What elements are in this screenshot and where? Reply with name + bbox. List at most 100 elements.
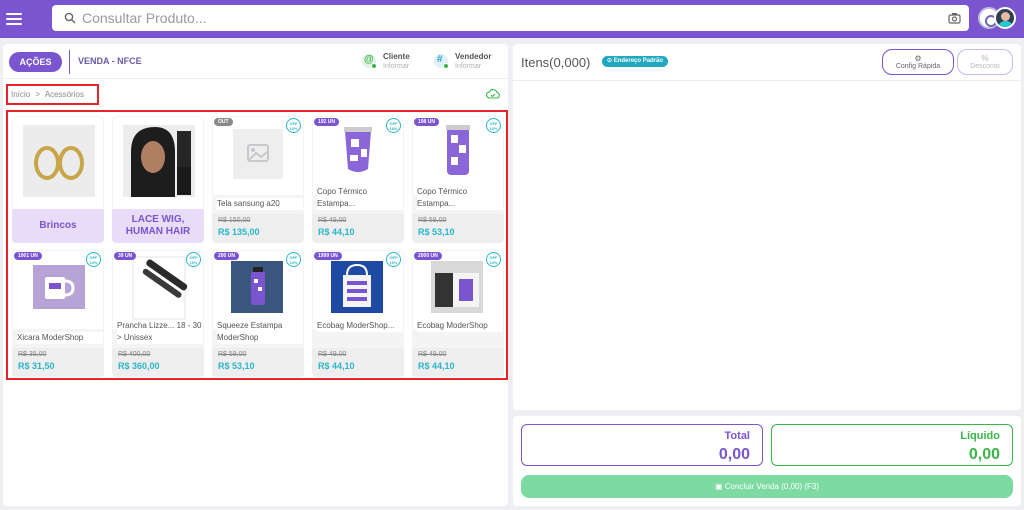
breadcrumb-current[interactable]: Acessórios (45, 90, 84, 99)
category-card[interactable]: Brincos (12, 116, 104, 243)
config-label: Config Rápida (895, 63, 941, 70)
product-name: Copo Térmico Estampa... (317, 186, 403, 210)
product-card[interactable]: OUT OFF 10% Tela sansung a20 R$ 150,00 R… (212, 116, 304, 243)
product-name: Xicara ModerShop (17, 332, 103, 344)
earrings-image (13, 117, 103, 209)
old-price: R$ 400,00 (118, 351, 151, 358)
stock-badge: 39 UN (114, 252, 137, 260)
old-price: R$ 59,00 (218, 351, 247, 358)
acoes-button[interactable]: AÇÕES (9, 52, 62, 72)
liquido-label: Líquido (960, 430, 1000, 442)
cloud-check-icon (486, 89, 500, 99)
top-bar (0, 0, 1024, 38)
endereco-badge[interactable]: ⊙ Endereço Padrão (602, 56, 669, 67)
product-name: Tela sansung a20 (217, 198, 303, 210)
discount-badge: OFF 10% (286, 118, 301, 133)
discount-badge: OFF 10% (186, 252, 201, 267)
stock-badge: OUT (214, 118, 233, 126)
price-block: R$ 150,00 R$ 135,00 (212, 214, 304, 243)
desconto-button[interactable]: % Desconto (957, 49, 1013, 75)
gear-icon: ⚙ (914, 54, 922, 63)
old-price: R$ 49,00 (418, 351, 447, 358)
config-rapida-button[interactable]: ⚙ Config Rápida (882, 49, 954, 75)
price-block: R$ 400,00 R$ 360,00 (112, 348, 204, 377)
discount-badge: OFF 10% (86, 252, 101, 267)
total-box: Total 0,00 (521, 424, 763, 466)
divider (513, 80, 1021, 81)
user-avatar[interactable] (994, 7, 1016, 29)
product-name: Copo Térmico Estampa... (417, 186, 503, 210)
price: R$ 44,10 (318, 361, 355, 371)
product-name: Ecobag ModerShop (417, 320, 503, 332)
cliente-sub: Informar (383, 63, 410, 70)
old-price: R$ 59,00 (418, 217, 447, 224)
divider (3, 78, 508, 79)
price: R$ 360,00 (118, 361, 160, 371)
price: R$ 44,10 (318, 227, 355, 237)
price-block: R$ 59,00 R$ 53,10 (412, 214, 504, 243)
price-block: R$ 49,00 R$ 44,10 (312, 214, 404, 243)
breadcrumb-home[interactable]: Início (11, 90, 30, 99)
category-label: LACE WIG, HUMAN HAIR (112, 209, 204, 243)
vendedor-label[interactable]: Vendedor (455, 52, 491, 61)
product-card[interactable]: 1001 UN OFF 10% Xicara ModerShop R$ 35,0… (12, 250, 104, 377)
product-card[interactable]: 39 UN OFF 10% Prancha Lizze... 18 - 30 >… (112, 250, 204, 377)
menu-icon[interactable] (6, 10, 22, 26)
sale-type-label: VENDA - NFCE (78, 56, 142, 66)
price-block: R$ 35,00 R$ 31,50 (12, 348, 104, 377)
endereco-label: Endereço Padrão (613, 58, 664, 64)
concluir-venda-button[interactable]: ▣ Concluir Venda (0,00) (F3) (521, 475, 1013, 498)
price: R$ 53,10 (218, 361, 255, 371)
items-title: Itens(0,000) (521, 55, 591, 70)
items-panel: Itens(0,000) ⊙ Endereço Padrão ⚙ Config … (513, 44, 1021, 410)
product-name: Prancha Lizze... 18 - 30 > Unissex (117, 320, 203, 344)
product-card[interactable]: 200 UN OFF 10% Squeeze Estampa ModerShop… (212, 250, 304, 377)
liquido-box: Líquido 0,00 (771, 424, 1013, 466)
stock-badge: 1001 UN (14, 252, 42, 260)
wig-image (113, 117, 203, 209)
vendedor-icon[interactable] (434, 54, 449, 69)
price: R$ 53,10 (418, 227, 455, 237)
price-block: R$ 49,00 R$ 44,10 (312, 348, 404, 377)
breadcrumb: Início > Acessórios (6, 84, 99, 105)
product-grid: Brincos LACE WIG, HUMAN HAIR OUT OFF 10%… (6, 110, 508, 380)
search-icon (64, 12, 76, 24)
percent-icon: % (981, 54, 989, 63)
receipt-icon: ▣ (714, 482, 725, 491)
breadcrumb-separator: > (35, 90, 41, 99)
concluir-label: Concluir Venda (0,00) (F3) (724, 482, 820, 491)
discount-badge: OFF 10% (386, 252, 401, 267)
search-bar[interactable] (52, 5, 969, 31)
cliente-icon[interactable] (362, 54, 377, 69)
camera-icon[interactable] (948, 12, 961, 24)
price: R$ 44,10 (418, 361, 455, 371)
total-value: 0,00 (718, 446, 750, 463)
category-card[interactable]: LACE WIG, HUMAN HAIR (112, 116, 204, 243)
old-price: R$ 150,00 (218, 217, 251, 224)
product-name: Squeeze Estampa ModerShop (217, 320, 303, 344)
category-label: Brincos (12, 209, 104, 243)
desconto-label: Desconto (970, 63, 1000, 70)
totals-panel: Total 0,00 Líquido 0,00 ▣ Concluir Venda… (513, 416, 1021, 506)
stock-badge: 1999 UN (314, 252, 342, 260)
total-label: Total (724, 430, 750, 442)
discount-badge: OFF 10% (286, 252, 301, 267)
price-block: R$ 49,00 R$ 44,10 (412, 348, 504, 377)
sale-panel: AÇÕES VENDA - NFCE Cliente Informar Vend… (3, 44, 508, 506)
discount-badge: OFF 10% (486, 118, 501, 133)
discount-badge: OFF 10% (386, 118, 401, 133)
search-input[interactable] (82, 8, 932, 28)
divider (69, 50, 70, 74)
price: R$ 31,50 (18, 361, 55, 371)
product-card[interactable]: 198 UN OFF 10% Copo Térmico Estampa... R… (412, 116, 504, 243)
old-price: R$ 35,00 (18, 351, 47, 358)
product-card[interactable]: 1999 UN OFF 10% Ecobag ModerShop... R$ 4… (312, 250, 404, 377)
product-card[interactable]: 2000 UN OFF 10% Ecobag ModerShop R$ 49,0… (412, 250, 504, 377)
cliente-label[interactable]: Cliente (383, 52, 410, 61)
stock-badge: 200 UN (214, 252, 239, 260)
old-price: R$ 49,00 (318, 351, 347, 358)
old-price: R$ 49,00 (318, 217, 347, 224)
product-card[interactable]: 192 UN OFF 10% Copo Térmico Estampa... R… (312, 116, 404, 243)
product-name: Ecobag ModerShop... (317, 320, 403, 332)
stock-badge: 198 UN (414, 118, 439, 126)
